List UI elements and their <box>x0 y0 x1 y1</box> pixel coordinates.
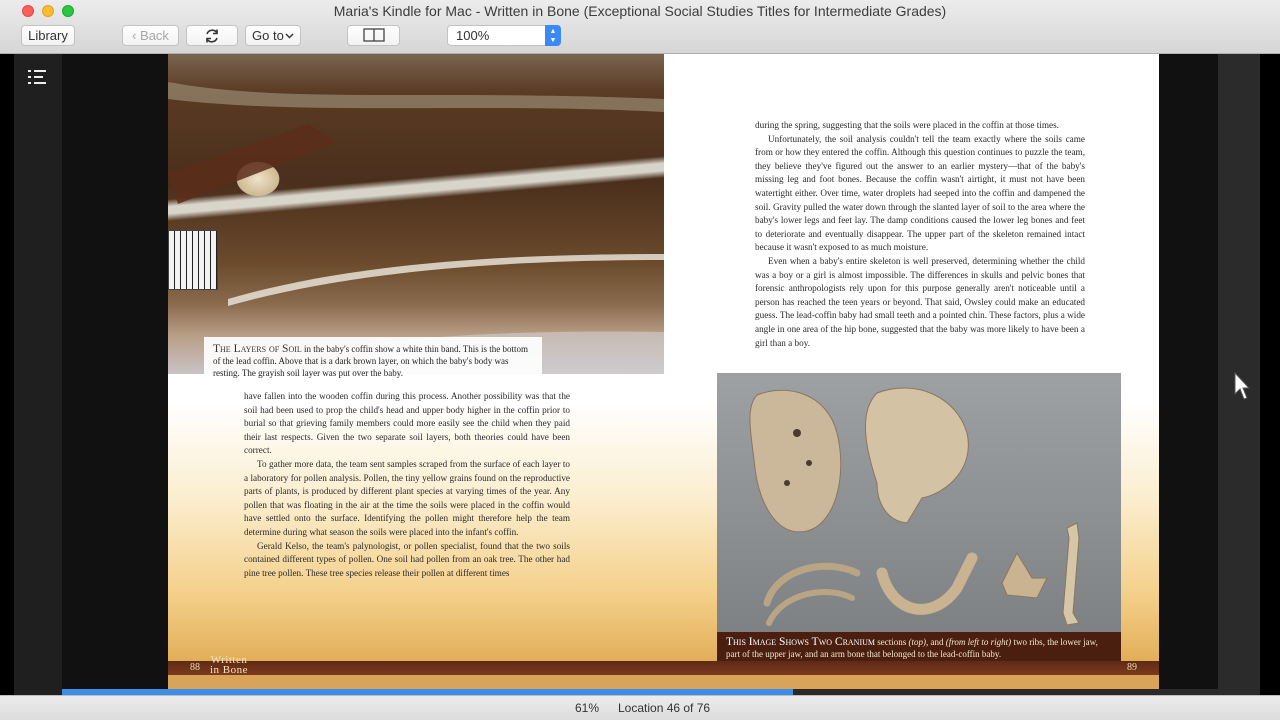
left-gutter <box>0 54 14 695</box>
bones-caption-text-2: , and <box>926 637 946 647</box>
right-page-text: during the spring, suggesting that the s… <box>755 119 1085 350</box>
zoom-select[interactable]: 100% ▲ ▼ <box>447 25 561 46</box>
soil-texture <box>168 82 664 374</box>
reading-percent: 61% <box>575 701 600 715</box>
bones-caption-text-1: sections <box>875 637 909 647</box>
view-mode-button[interactable] <box>347 25 400 46</box>
left-paragraph-1: have fallen into the wooden coffin durin… <box>244 391 570 456</box>
right-page-footer-band <box>664 675 1159 689</box>
soil-photo-caption: The Layers of Soil in the baby's coffin … <box>204 337 542 389</box>
refresh-icon <box>206 29 218 43</box>
left-page-footer-band <box>168 675 664 689</box>
sync-button[interactable] <box>186 25 238 46</box>
bones-photo <box>717 373 1121 641</box>
goto-menu-button[interactable]: Go to <box>245 25 301 46</box>
goto-label: Go to <box>252 28 284 43</box>
right-paragraph-1: during the spring, suggesting that the s… <box>755 120 1059 130</box>
bones-illustration <box>749 387 1080 626</box>
sidebar <box>14 54 62 695</box>
window-titlebar: Maria's Kindle for Mac - Written in Bone… <box>0 0 1280 54</box>
window-title: Maria's Kindle for Mac - Written in Bone… <box>333 3 947 19</box>
zoom-stepper[interactable]: ▲ ▼ <box>545 25 561 46</box>
left-page-text: have fallen into the wooden coffin durin… <box>244 390 570 580</box>
soil-caption-heading: The Layers of Soil <box>213 343 302 355</box>
chevron-down-icon <box>285 33 294 39</box>
pointer-cursor-icon <box>1234 372 1250 400</box>
two-column-view-icon <box>362 28 385 42</box>
back-button[interactable]: ‹ Back <box>122 25 179 46</box>
library-button[interactable]: Library <box>21 25 75 46</box>
location-indicator: Location 46 of 76 <box>618 701 711 715</box>
zoom-value: 100% <box>456 28 490 43</box>
left-paragraph-3: Gerald Kelso, the team's palynologist, o… <box>244 540 570 578</box>
bones-caption-emphasis-2: (from left to right) <box>945 637 1012 647</box>
series-logo: Written in Bone <box>210 655 249 676</box>
right-page: during the spring, suggesting that the s… <box>664 54 1159 689</box>
table-of-contents-icon[interactable] <box>28 68 48 86</box>
left-page: The Layers of Soil in the baby's coffin … <box>168 54 664 689</box>
soil-layers-photo <box>168 54 664 374</box>
right-paragraph-3: Even when a baby's entire skeleton is we… <box>755 255 1085 348</box>
bones-caption-heading: This Image Shows Two Cranium <box>726 636 876 648</box>
logo-line-2: in Bone <box>210 664 249 676</box>
left-page-number: 88 <box>190 662 200 673</box>
right-edge <box>1260 54 1280 695</box>
bones-caption-emphasis-1: (top) <box>908 637 927 647</box>
left-paragraph-2: To gather more data, the team sent sampl… <box>244 458 570 537</box>
status-bar: 61% Location 46 of 76 <box>0 695 1280 720</box>
right-paragraph-2: Unfortunately, the soil analysis couldn'… <box>755 133 1085 253</box>
right-page-number: 89 <box>1127 662 1137 673</box>
right-page-footer-strip <box>664 661 1159 675</box>
